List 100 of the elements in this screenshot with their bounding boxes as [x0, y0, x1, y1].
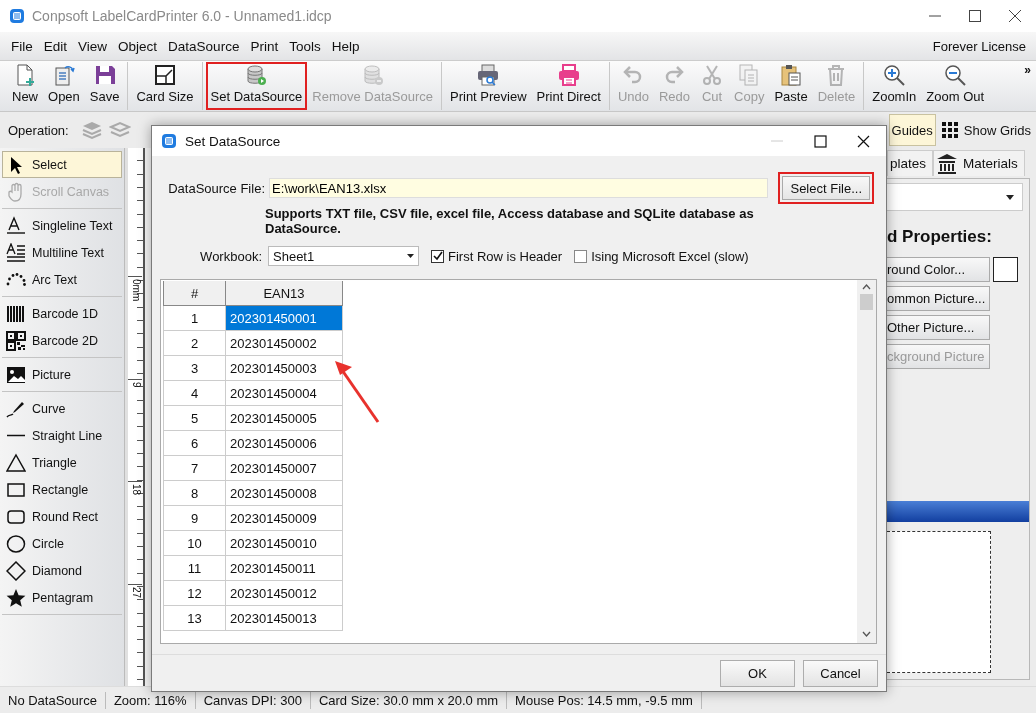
app-icon	[9, 8, 25, 24]
maximize-icon[interactable]	[814, 134, 827, 148]
app-icon	[161, 133, 177, 149]
tool-item[interactable]: Straight Line	[2, 422, 122, 449]
tool-item[interactable]: Rectangle	[2, 476, 122, 503]
checkbox[interactable]	[574, 249, 588, 263]
menu-item[interactable]: File	[8, 38, 40, 54]
menu-item[interactable]: View	[74, 38, 115, 54]
properties-heading: d Properties:	[887, 227, 993, 247]
row-number: 12	[163, 581, 226, 606]
menu-item[interactable]: Help	[327, 38, 367, 54]
row-number: 8	[163, 481, 226, 506]
menu-item[interactable]: Edit	[39, 38, 75, 54]
table-cell[interactable]: 202301450012	[226, 581, 343, 606]
tool-item[interactable]: Curve	[2, 395, 122, 422]
menu-item[interactable]: Object	[114, 38, 165, 54]
layers-icon[interactable]	[80, 120, 103, 140]
toggle-button[interactable]: Show Grids	[937, 114, 1034, 146]
layers-icon[interactable]	[108, 120, 131, 140]
table-cell[interactable]: 202301450009	[226, 506, 343, 531]
checkmark-icon	[432, 251, 443, 261]
dialog-button[interactable]: OK	[720, 659, 795, 687]
table-cell[interactable]: 202301450008	[226, 481, 343, 506]
maximize-icon[interactable]	[968, 9, 982, 23]
checkbox-label: First Row is Header	[448, 248, 563, 264]
multiline-text-icon	[6, 242, 26, 263]
operation-label: Operation:	[8, 122, 69, 138]
line-icon	[6, 434, 26, 437]
menu-item[interactable]: DataSource	[164, 38, 247, 54]
toolbar-button[interactable]: ZoomIn	[867, 62, 922, 110]
database-icon	[244, 63, 269, 87]
panel-tab[interactable]: Materials	[933, 150, 1025, 176]
toolbar-button[interactable]: Open	[43, 62, 85, 110]
tool-item[interactable]: Round Rect	[2, 503, 122, 530]
table-cell[interactable]: 202301450011	[226, 556, 343, 581]
toolbar-button[interactable]: Paste	[769, 62, 813, 110]
property-button[interactable]: round Color...	[887, 257, 990, 282]
menu-item[interactable]: Print	[246, 38, 286, 54]
tool-item[interactable]: Barcode 1D	[2, 300, 122, 327]
triangle-icon	[6, 452, 26, 473]
table-cell[interactable]: 202301450002	[226, 331, 343, 356]
printer-icon	[476, 63, 501, 87]
color-swatch[interactable]	[993, 257, 1018, 282]
close-icon[interactable]	[1008, 9, 1022, 23]
qr-code-icon	[6, 330, 26, 351]
star-icon	[6, 587, 26, 608]
property-button[interactable]: ommon Picture...	[887, 286, 990, 311]
overflow-button[interactable]: »	[1024, 63, 1031, 77]
table-cell[interactable]: 202301450006	[226, 431, 343, 456]
row-number: 9	[163, 506, 226, 531]
license-label: Forever License	[932, 38, 1027, 54]
table-cell[interactable]: 202301450005	[226, 406, 343, 431]
toolbar-button[interactable]: Print Direct	[531, 62, 606, 110]
tool-item[interactable]: Barcode 2D	[2, 327, 122, 354]
tool-item[interactable]: Triangle	[2, 449, 122, 476]
scroll-down-icon	[862, 631, 871, 637]
file-path-field[interactable]: E:\work\EAN13.xlsx	[269, 178, 769, 198]
tool-item[interactable]: Multiline Text	[2, 239, 122, 266]
toolbar-button[interactable]: Save	[84, 62, 125, 110]
caret-icon	[1006, 194, 1014, 200]
arrow	[332, 358, 382, 424]
checkbox-label: Ising Microsoft Excel (slow)	[591, 248, 749, 264]
scrollbar[interactable]	[857, 280, 876, 643]
table-cell[interactable]: 202301450007	[226, 456, 343, 481]
table-cell[interactable]: 202301450004	[226, 381, 343, 406]
row-number: 5	[163, 406, 226, 431]
dialog-button[interactable]: Cancel	[803, 659, 878, 687]
checkbox[interactable]	[431, 249, 444, 263]
ruler-label: 0mm	[128, 276, 142, 379]
table-cell[interactable]: 202301450013	[226, 606, 343, 631]
toolbar-button[interactable]: Zoom Out	[921, 62, 990, 110]
menu-item[interactable]: Tools	[285, 38, 328, 54]
column-header: EAN13	[226, 281, 343, 306]
row-number: 4	[163, 381, 226, 406]
dropdown-value: Sheet1	[273, 248, 315, 264]
table-cell[interactable]: 202301450010	[226, 531, 343, 556]
toolbar-button[interactable]: Set DataSource	[205, 62, 308, 110]
tool-item[interactable]: Select	[2, 151, 122, 178]
toolbar-button[interactable]: New	[7, 62, 43, 110]
tool-item[interactable]: Picture	[2, 361, 122, 388]
workbook-dropdown[interactable]: Sheet1	[268, 246, 419, 266]
diamond-icon	[6, 560, 26, 581]
printer-icon	[556, 63, 581, 87]
field-label: Workbook:	[199, 248, 262, 264]
table-cell[interactable]: 202301450001	[226, 306, 343, 331]
tool-item[interactable]: Circle	[2, 530, 122, 557]
scroll-thumb[interactable]	[860, 294, 873, 310]
tool-item[interactable]: Diamond	[2, 557, 122, 584]
toolbar-button[interactable]: Card Size	[131, 62, 199, 110]
close-icon[interactable]	[857, 134, 870, 148]
toolbar-button[interactable]: Print Preview	[445, 62, 532, 110]
property-button[interactable]: Other Picture...	[887, 315, 990, 340]
tool-item[interactable]: Pentagram	[2, 584, 122, 611]
toggle-button[interactable]: Guides	[888, 114, 936, 146]
ruler-label: 9	[128, 378, 142, 481]
tool-item[interactable]: Arc Text	[2, 266, 122, 293]
dialog-title: Set DataSource	[185, 133, 282, 149]
row-number: 11	[163, 556, 226, 581]
tool-item[interactable]: Singleline Text	[2, 212, 122, 239]
panel-tab[interactable]: plates	[887, 150, 934, 176]
